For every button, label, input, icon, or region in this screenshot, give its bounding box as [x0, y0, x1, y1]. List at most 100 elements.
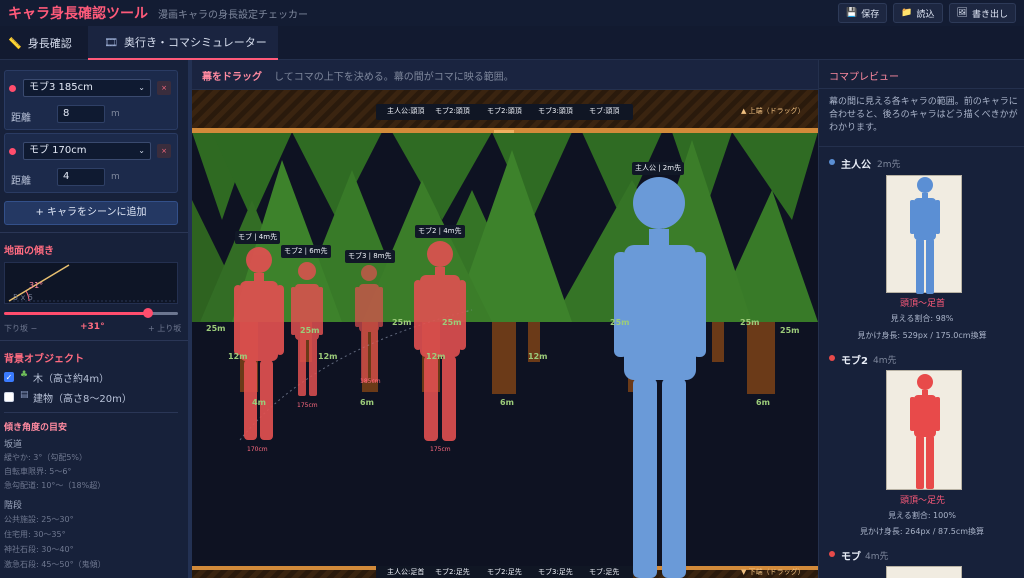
- distance-marker: 25m: [780, 326, 800, 335]
- preview-distance: 2m先: [877, 160, 901, 170]
- preview-panel: コマプレビュー 幕の間に見える各キャラの範囲。前のキャラに合わせると、後ろのキャ…: [818, 60, 1024, 578]
- preview-frame: [886, 566, 962, 578]
- preview-range: 頭頂〜足首: [900, 299, 946, 309]
- figure-mob2-near: [414, 241, 466, 441]
- tab-depth-simulator[interactable]: 🎞 奥行き・コマシミュレーター: [88, 26, 278, 60]
- tab-height-check[interactable]: 📏 身長確認: [8, 26, 78, 60]
- top-strip-label: モブ3:頭頂: [538, 107, 573, 115]
- distance-input[interactable]: 4: [57, 168, 105, 186]
- top-strip-drag-hint[interactable]: ▲ 上端（ドラッグ）: [738, 105, 808, 118]
- slope-preview: 31° 5 x 5: [4, 262, 178, 304]
- figure-hero: [614, 177, 706, 578]
- tab-bar: 📏 身長確認 🎞 奥行き・コマシミュレーター: [0, 26, 1024, 60]
- bottom-strip-label: 主人公:足首: [387, 568, 425, 576]
- guide-line: 自転車限界: 5〜6°: [4, 467, 72, 476]
- preview-name: モブ2: [841, 356, 868, 367]
- folder-icon: 📁: [901, 8, 913, 18]
- slope-max-label: + 上り坂: [148, 324, 182, 333]
- distance-input[interactable]: 8: [57, 105, 105, 123]
- distance-unit: m: [111, 172, 120, 182]
- header-buttons: 💾 保存 📁 読込 🖼 書き出し: [838, 3, 1016, 23]
- floppy-icon: 💾: [846, 8, 858, 18]
- hint-text: してコマの上下を決める。幕の間がコマに映る範囲。: [274, 72, 514, 83]
- character-select-value: モブ 170cm: [29, 145, 87, 156]
- building-icon: ▤: [20, 390, 29, 400]
- slope-title: 地面の傾き: [4, 246, 54, 257]
- building-checkbox[interactable]: [4, 392, 14, 402]
- preview-description: 幕の間に見える各キャラの範囲。前のキャラに合わせると、後ろのキャラはどう描くべき…: [829, 97, 1018, 133]
- tree-label: 木（高さ約4m）: [33, 374, 110, 385]
- guide-line: 住宅用: 30〜35°: [4, 530, 66, 539]
- slope-min-label: 下り坂 −: [4, 324, 38, 333]
- preview-color-dot: [829, 159, 835, 165]
- divider: [819, 146, 1024, 147]
- preview-color-dot: [829, 355, 835, 361]
- divider: [0, 340, 188, 341]
- figure-mob: [234, 247, 284, 440]
- bottom-strip-label: モブ2:足先: [435, 568, 470, 576]
- slope-slider-handle[interactable]: [143, 308, 153, 318]
- divider: [819, 88, 1024, 89]
- remove-character-button[interactable]: ×: [157, 81, 171, 95]
- guide-line: 激急石段: 45〜50°（鬼傾）: [4, 560, 106, 569]
- character-select[interactable]: モブ 170cm ⌄: [23, 142, 151, 160]
- divider: [4, 412, 178, 413]
- distance-marker: 6m: [360, 398, 374, 407]
- preview-distance: 4m先: [865, 552, 889, 562]
- chevron-down-icon: ⌄: [138, 83, 145, 92]
- distance-marker: 12m: [426, 352, 446, 361]
- guide-line: 緩やか: 3°（勾配5%）: [4, 453, 88, 462]
- remove-character-button[interactable]: ×: [157, 144, 171, 158]
- distance-marker: 6m: [756, 398, 770, 407]
- figure-layer: [234, 177, 706, 578]
- slope-value: +31°: [80, 322, 105, 332]
- preview-frame: [886, 175, 962, 294]
- figure-mob3: [355, 265, 383, 382]
- left-sidebar: モブ3 185cm ⌄ × 距離 8 m モブ 170cm ⌄ × 距離 4 m…: [0, 60, 188, 578]
- preview-ratio: 見える割合: 98%: [890, 314, 954, 323]
- distance-marker: 25m: [206, 324, 226, 333]
- preview-figure: [910, 374, 940, 489]
- preview-apparent: 見かけ身長: 264px / 87.5cm換算: [859, 527, 985, 536]
- character-color-dot: [9, 148, 16, 155]
- guide-line: 急勾配道: 10°〜（18%超）: [4, 481, 106, 490]
- hint-bold: 幕をドラッグ: [202, 72, 262, 83]
- tab-label: 奥行き・コマシミュレーター: [123, 36, 267, 49]
- slope-slider-fill: [4, 312, 148, 315]
- distance-label: 距離: [11, 176, 31, 187]
- preview-frame: [886, 370, 962, 490]
- image-icon: 🖼: [956, 8, 968, 18]
- bottom-strip-label: モブ2:足先: [487, 568, 522, 576]
- preview-figure: [910, 177, 940, 294]
- add-character-button[interactable]: + キャラをシーンに追加: [4, 201, 178, 225]
- distance-marker: 25m: [442, 318, 462, 327]
- save-button[interactable]: 💾 保存: [838, 3, 888, 23]
- distance-marker: 25m: [610, 318, 630, 327]
- figure-height-label: 170cm: [247, 446, 268, 453]
- character-card: モブ 170cm ⌄ × 距離 4 m: [4, 133, 178, 193]
- distance-marker: 25m: [392, 318, 412, 327]
- preview-apparent: 見かけ身長: 529px / 175.0cm換算: [857, 331, 987, 340]
- tree-icon: ♣: [20, 370, 29, 380]
- building-label: 建物（高さ8〜20m）: [33, 394, 132, 405]
- distance-marker: 25m: [300, 326, 320, 335]
- slope-angle-text: 31°: [29, 281, 44, 290]
- ruler-icon: 📏: [8, 36, 22, 50]
- scene-canvas[interactable]: 主人公:頭頂 モブ2:頭頂 モブ2:頭頂 モブ3:頭頂 モブ:頭頂 ▲ 上端（ド…: [192, 90, 818, 578]
- tab-label: 身長確認: [27, 37, 72, 50]
- character-select[interactable]: モブ3 185cm ⌄: [23, 79, 151, 97]
- preview-color-dot: [829, 551, 835, 557]
- top-strip-label: モブ2:頭頂: [435, 107, 470, 115]
- top-strip-label: モブ2:頭頂: [487, 107, 522, 115]
- save-label: 保存: [861, 9, 880, 20]
- load-button[interactable]: 📁 読込: [893, 3, 943, 23]
- distance-marker: 12m: [228, 352, 248, 361]
- top-strip-label: モブ:頭頂: [589, 107, 620, 115]
- export-button[interactable]: 🖼 書き出し: [948, 3, 1016, 23]
- character-color-dot: [9, 85, 16, 92]
- app-header: キャラ身長確認ツール 漫画キャラの身長設定チェッカー 💾 保存 📁 読込 🖼 書き出し: [0, 0, 1024, 26]
- preview-title: コマプレビュー: [829, 72, 899, 83]
- app-root: キャラ身長確認ツール 漫画キャラの身長設定チェッカー 💾 保存 📁 読込 🖼 書き出し…: [0, 0, 1024, 578]
- tree-checkbox[interactable]: ✓: [4, 372, 14, 382]
- bottom-strip-drag-hint[interactable]: ▼ 下端（ドラッグ）: [738, 566, 808, 578]
